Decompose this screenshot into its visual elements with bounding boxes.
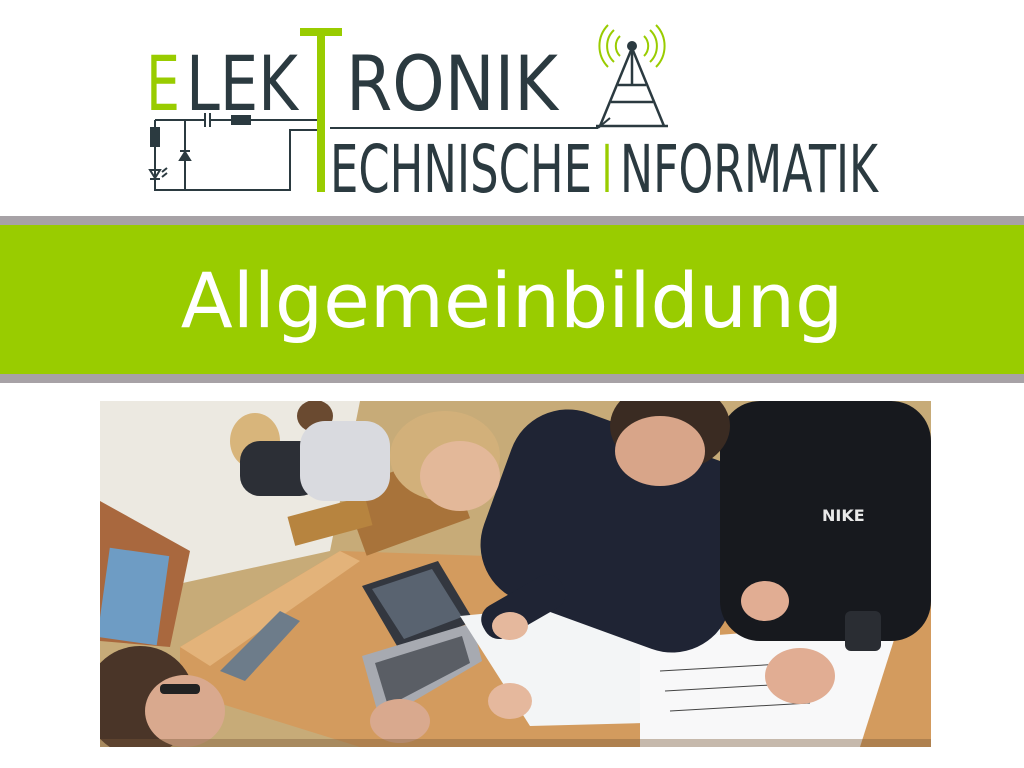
banner-top-stripe [0, 216, 1024, 225]
nike-logo-text: NIKE [822, 506, 865, 525]
logo-letter-i: I [602, 131, 612, 208]
classroom-photo: NIKE [100, 401, 931, 747]
logo-header: E LEK RONIK ECHNISCHE I NFORMATIK [0, 0, 1024, 216]
classroom-photo-illustration: NIKE [100, 401, 931, 747]
logo-word-technische: ECHNISCHE [330, 131, 592, 208]
banner: Allgemeinbildung [0, 225, 1024, 374]
banner-title: Allgemeinbildung [180, 256, 844, 345]
logo-letters-lek: LEK [186, 39, 300, 128]
logo-letter-e: E [146, 39, 180, 128]
logo: E LEK RONIK ECHNISCHE I NFORMATIK [146, 24, 879, 208]
antenna-icon [596, 24, 668, 128]
logo-letters-ronik: RONIK [346, 39, 560, 128]
banner-bottom-stripe [0, 374, 1024, 383]
logo-word-nformatik: NFORMATIK [620, 131, 879, 208]
